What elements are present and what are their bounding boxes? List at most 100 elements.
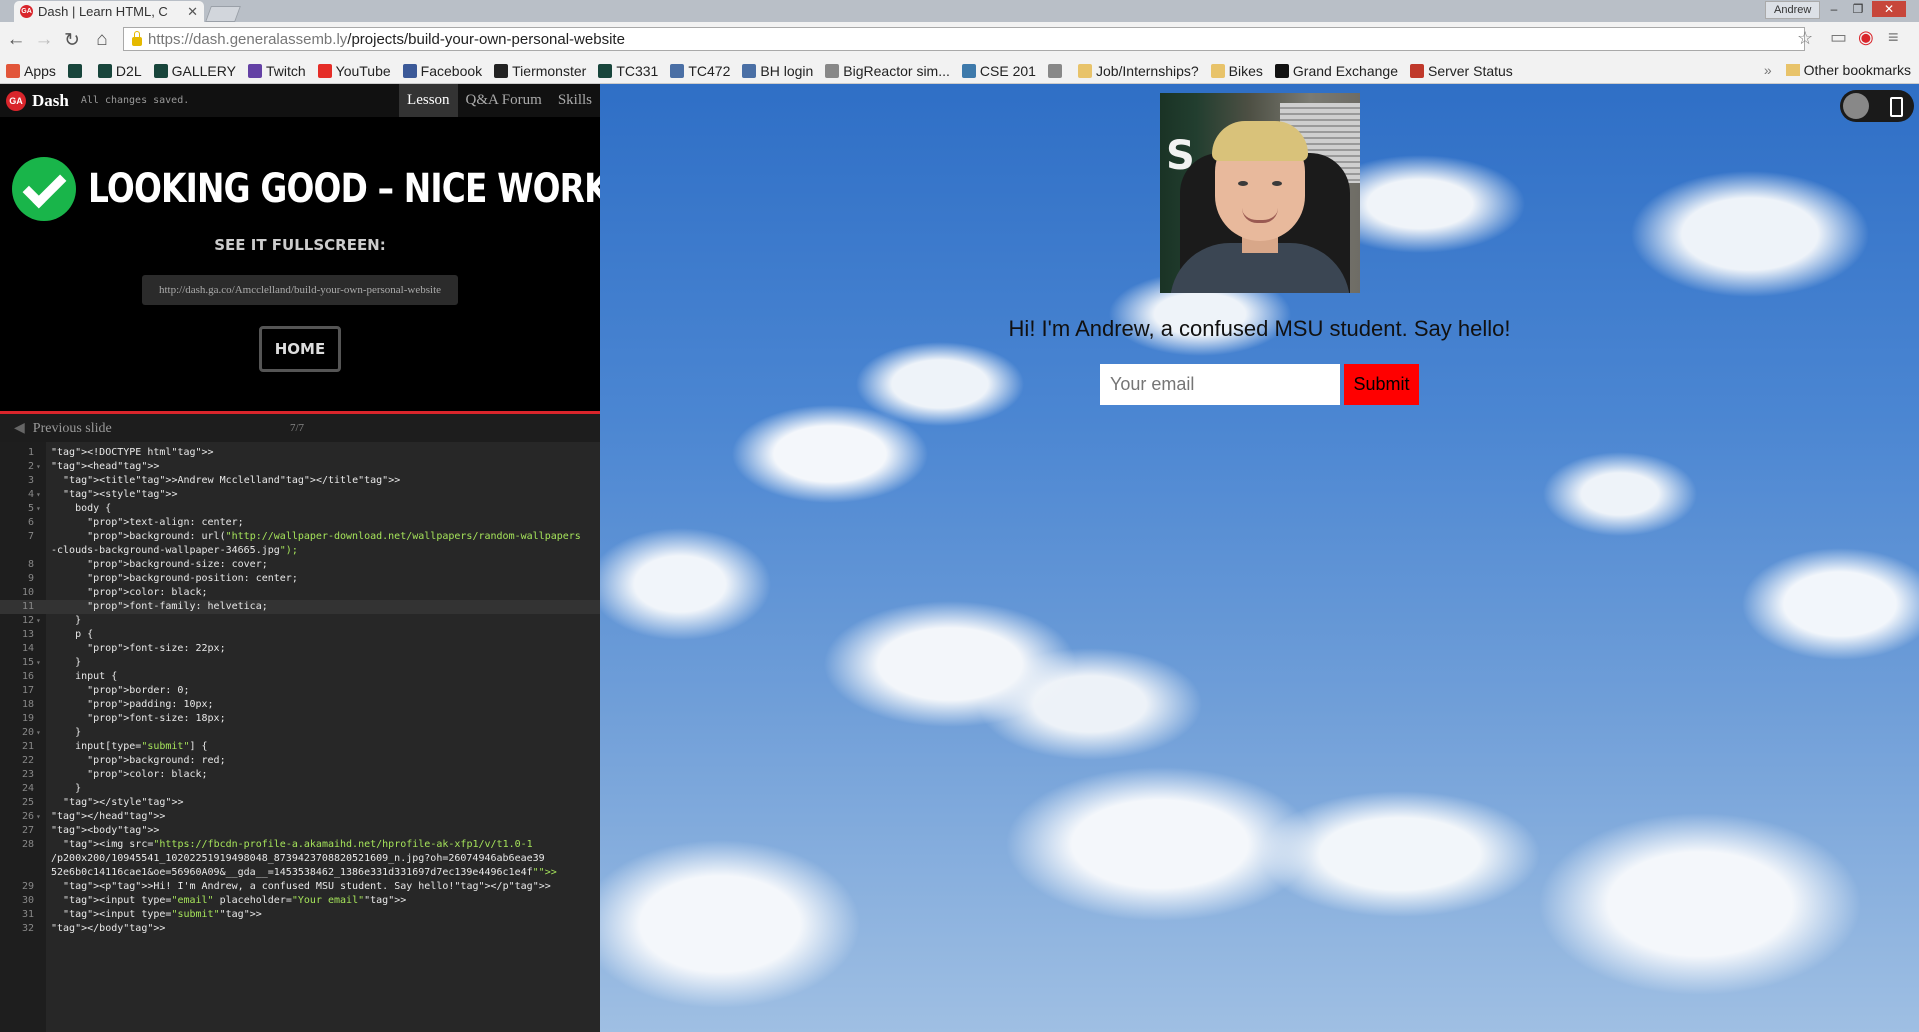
- code-line[interactable]: 23 "prop">color: black;: [0, 768, 600, 782]
- fold-arrow-icon[interactable]: ▾: [36, 810, 41, 824]
- browser-tab[interactable]: GA Dash | Learn HTML, C ✕: [14, 1, 204, 22]
- code-line[interactable]: 13 p {: [0, 628, 600, 642]
- minimize-button[interactable]: –: [1823, 1, 1845, 17]
- code-line[interactable]: 52e6b0c14116cae1&oe=56960A09&__gda__=145…: [0, 866, 600, 880]
- reload-icon[interactable]: ↻: [62, 29, 82, 52]
- code-line[interactable]: 11 "prop">font-family: helvetica;: [0, 600, 600, 614]
- bookmark-item[interactable]: TC472: [670, 63, 730, 79]
- home-button[interactable]: HOME: [259, 326, 341, 372]
- code-line[interactable]: 17 "prop">border: 0;: [0, 684, 600, 698]
- dash-title[interactable]: Dash: [32, 91, 69, 111]
- ga-logo-icon[interactable]: GA: [6, 90, 26, 111]
- bookmark-item[interactable]: Apps: [6, 63, 56, 79]
- forward-arrow-icon[interactable]: →: [34, 29, 54, 51]
- code-text: "tag"><!DOCTYPE html"tag">>: [51, 447, 214, 458]
- code-line[interactable]: /p200x200/10945541_10202251919498048_873…: [0, 852, 600, 866]
- bookmark-item[interactable]: Job/Internships?: [1077, 63, 1199, 79]
- submit-button[interactable]: Submit: [1344, 364, 1419, 405]
- chevron-right-icon[interactable]: »: [1764, 62, 1772, 78]
- code-line[interactable]: 8 "prop">background-size: cover;: [0, 558, 600, 572]
- code-line[interactable]: 15 ▾ }: [0, 656, 600, 670]
- new-tab-button[interactable]: [205, 6, 241, 22]
- fold-arrow-icon[interactable]: ▾: [36, 502, 41, 516]
- code-line[interactable]: 29 "tag"><p"tag">>Hi! I'm Andrew, a conf…: [0, 880, 600, 894]
- tab-lesson[interactable]: Lesson: [399, 84, 458, 117]
- back-arrow-icon[interactable]: ←: [6, 29, 26, 51]
- line-number: 25: [21, 797, 34, 808]
- bookmark-item[interactable]: TC331: [598, 63, 658, 79]
- bookmark-item[interactable]: GALLERY: [153, 63, 236, 79]
- cast-icon[interactable]: ▭: [1830, 27, 1847, 48]
- line-number: 14: [21, 643, 34, 654]
- restore-button[interactable]: ❐: [1847, 1, 1869, 17]
- code-line[interactable]: 4 ▾ "tag"><style"tag">>: [0, 488, 600, 502]
- code-line[interactable]: 20 ▾ }: [0, 726, 600, 740]
- bookmark-item[interactable]: Grand Exchange: [1274, 63, 1398, 79]
- code-line[interactable]: 26 ▾ "tag"></head"tag">>: [0, 810, 600, 824]
- bookmark-item[interactable]: BigReactor sim...: [825, 63, 950, 79]
- bookmark-item[interactable]: YouTube: [317, 63, 391, 79]
- star-icon[interactable]: ☆: [1797, 28, 1813, 49]
- bookmark-label: TC472: [688, 62, 731, 79]
- code-line[interactable]: 7 "prop">background: url("http://wallpap…: [0, 530, 600, 544]
- code-line[interactable]: 25 "tag"></style"tag">>: [0, 796, 600, 810]
- code-line[interactable]: 28 "tag"><img src="https://fbcdn-profile…: [0, 838, 600, 852]
- toggle-knob[interactable]: [1843, 93, 1869, 119]
- menu-icon[interactable]: ≡: [1888, 27, 1899, 48]
- bookmark-item[interactable]: Tiermonster: [494, 63, 586, 79]
- code-line[interactable]: 6 "prop">text-align: center;: [0, 516, 600, 530]
- device-toggle[interactable]: [1840, 90, 1914, 122]
- other-bookmarks[interactable]: » Other bookmarks: [1764, 62, 1911, 78]
- code-line[interactable]: 24 }: [0, 782, 600, 796]
- bookmark-list: Apps D2L GALLERY Twitch YouTube Facebook Tierm…: [0, 63, 1519, 79]
- bookmark-item[interactable]: Server Status: [1409, 63, 1513, 79]
- profile-button[interactable]: Andrew: [1765, 1, 1821, 19]
- code-line[interactable]: 27 "tag"><body"tag">>: [0, 824, 600, 838]
- home-icon[interactable]: ⌂: [92, 29, 112, 51]
- bookmark-item[interactable]: Facebook: [402, 63, 482, 79]
- address-bar[interactable]: https://dash.generalassemb.ly/projects/b…: [123, 27, 1805, 51]
- bookmark-item[interactable]: D2L: [97, 63, 142, 79]
- code-line[interactable]: 5 ▾ body {: [0, 502, 600, 516]
- code-line[interactable]: 3 "tag"><title"tag">>Andrew Mcclelland"t…: [0, 474, 600, 488]
- bookmark-item[interactable]: [67, 63, 86, 78]
- fold-arrow-icon[interactable]: ▾: [36, 656, 41, 670]
- fullscreen-link[interactable]: http://dash.ga.co/Amcclelland/build-your…: [142, 275, 458, 305]
- bookmark-item[interactable]: Bikes: [1210, 63, 1263, 79]
- tab-close-icon[interactable]: ✕: [187, 4, 198, 20]
- bookmark-item[interactable]: Twitch: [247, 63, 306, 79]
- fold-arrow-icon[interactable]: ▾: [36, 488, 41, 502]
- code-line[interactable]: 14 "prop">font-size: 22px;: [0, 642, 600, 656]
- previous-slide-button[interactable]: ◀ Previous slide: [14, 420, 112, 437]
- opera-extension-icon[interactable]: ◉: [1858, 27, 1874, 48]
- bookmark-item[interactable]: BH login: [742, 63, 813, 79]
- code-text: "tag"><p"tag">>Hi! I'm Andrew, a confuse…: [63, 881, 551, 892]
- code-line[interactable]: 32 "tag"></body"tag">>: [0, 922, 600, 936]
- code-line[interactable]: 21 input[type="submit"] {: [0, 740, 600, 754]
- tab-qa-forum[interactable]: Q&A Forum: [458, 84, 550, 117]
- code-line[interactable]: 10 "prop">color: black;: [0, 586, 600, 600]
- code-line[interactable]: 18 "prop">padding: 10px;: [0, 698, 600, 712]
- code-line[interactable]: 22 "prop">background: red;: [0, 754, 600, 768]
- ga-favicon-icon: GA: [20, 5, 33, 18]
- close-window-button[interactable]: ✕: [1872, 1, 1906, 17]
- bookmark-item[interactable]: [1047, 63, 1066, 78]
- bookmark-item[interactable]: CSE 201: [961, 63, 1036, 79]
- code-line[interactable]: 12 ▾ }: [0, 614, 600, 628]
- email-input[interactable]: [1100, 364, 1340, 405]
- code-text: "prop">border: 0;: [87, 685, 190, 696]
- code-editor[interactable]: 1 "tag"><!DOCTYPE html"tag">> 2 ▾ "tag"><hea…: [0, 442, 600, 1032]
- code-line[interactable]: 9 "prop">background-position: center;: [0, 572, 600, 586]
- code-line[interactable]: 2 ▾ "tag"><head"tag">>: [0, 460, 600, 474]
- fold-arrow-icon[interactable]: ▾: [36, 460, 41, 474]
- code-line[interactable]: 1 "tag"><!DOCTYPE html"tag">>: [0, 446, 600, 460]
- code-line[interactable]: 31 "tag"><input type="submit""tag">>: [0, 908, 600, 922]
- code-line[interactable]: 16 input {: [0, 670, 600, 684]
- code-line[interactable]: 30 "tag"><input type="email" placeholder…: [0, 894, 600, 908]
- code-text: }: [51, 615, 82, 626]
- code-line[interactable]: 19 "prop">font-size: 18px;: [0, 712, 600, 726]
- fold-arrow-icon[interactable]: ▾: [36, 726, 41, 740]
- fold-arrow-icon[interactable]: ▾: [36, 614, 41, 628]
- tab-skills[interactable]: Skills: [550, 84, 600, 117]
- code-line[interactable]: -clouds-background-wallpaper-34665.jpg")…: [0, 544, 600, 558]
